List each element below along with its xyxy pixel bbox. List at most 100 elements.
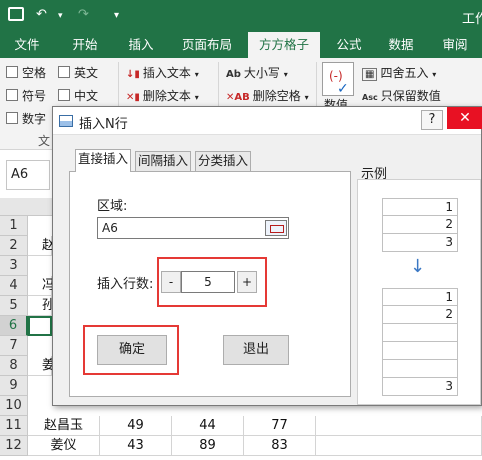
- row-number[interactable]: 7: [0, 336, 28, 356]
- row-number[interactable]: 10: [0, 396, 28, 416]
- row-number[interactable]: 2: [0, 236, 28, 256]
- cell-empty[interactable]: [316, 416, 482, 436]
- insert-text-button[interactable]: ↓▮ 插入文本 ▾: [126, 64, 199, 81]
- dialog-app-icon: [59, 115, 73, 127]
- example-before-cell: 2: [382, 216, 458, 234]
- tab-fangfang[interactable]: 方方格子: [248, 32, 320, 58]
- insert-text-icon: ↓▮: [126, 69, 140, 80]
- row-number[interactable]: 4: [0, 276, 28, 296]
- checkbox-label: 英文: [74, 66, 99, 80]
- save-icon[interactable]: [8, 7, 24, 21]
- cell-score[interactable]: 89: [172, 436, 244, 456]
- insert-text-label: 插入文本: [142, 66, 191, 80]
- tab-file[interactable]: 文件: [0, 32, 54, 58]
- checkbox-box[interactable]: [58, 89, 70, 101]
- keep-value-icon: Asc: [362, 93, 378, 102]
- row-number[interactable]: 5: [0, 296, 28, 316]
- tab-interval-insert[interactable]: 间隔插入: [135, 151, 191, 171]
- delete-space-icon: ✕AB: [226, 92, 250, 103]
- example-after-cell: [382, 324, 458, 342]
- dialog-title: 插入N行: [79, 117, 128, 132]
- tab-insert[interactable]: 插入: [118, 32, 164, 58]
- dropdown-icon: ▾: [432, 70, 437, 79]
- checkbox-chinese[interactable]: 中文: [58, 87, 98, 104]
- delete-text-button[interactable]: ✕▮ 删除文本 ▾: [126, 87, 199, 104]
- area-input[interactable]: A6: [97, 217, 289, 239]
- checkbox-box[interactable]: [58, 66, 70, 78]
- round-icon: ▦: [362, 68, 378, 81]
- checkbox-number[interactable]: 数字: [6, 110, 46, 127]
- example-before-cell: 1: [382, 198, 458, 216]
- row-number[interactable]: 1: [0, 216, 28, 236]
- row-number-selected[interactable]: 6: [0, 316, 28, 336]
- cell-empty[interactable]: [316, 436, 482, 456]
- tab-data[interactable]: 数据: [378, 32, 424, 58]
- cell-name-peek[interactable]: 赵: [28, 236, 55, 256]
- cell-score[interactable]: 83: [244, 436, 316, 456]
- tab-page-layout[interactable]: 页面布局: [172, 32, 242, 58]
- row-number[interactable]: 11: [0, 416, 28, 436]
- checkbox-label: 中文: [74, 89, 99, 103]
- dialog-title-bar[interactable]: 插入N行 ? ✕: [53, 107, 482, 135]
- cell-name[interactable]: 姜仪: [28, 436, 100, 456]
- increment-button[interactable]: +: [237, 271, 257, 293]
- cell-name[interactable]: 赵昌玉: [28, 416, 100, 436]
- cell-score[interactable]: 43: [100, 436, 172, 456]
- cell-name-peek[interactable]: 冯: [28, 276, 55, 296]
- redo-icon: ↷: [78, 7, 89, 22]
- rows-count-input[interactable]: 5: [181, 271, 235, 293]
- excel-title-bar: ↶ ▾ ↷ ▾ 工作: [0, 0, 482, 32]
- row-number[interactable]: 9: [0, 376, 28, 396]
- example-preview: 1 2 3 ↓ 1 2 3: [357, 179, 481, 405]
- decrement-button[interactable]: -: [161, 271, 181, 293]
- cell-name-peek[interactable]: 姜: [28, 356, 55, 376]
- selected-cell-a6[interactable]: [28, 316, 52, 336]
- checkbox-label: 符号: [22, 89, 47, 103]
- area-label: 区域:: [97, 199, 128, 214]
- checkbox-label: 数字: [22, 112, 47, 126]
- insert-n-rows-dialog: 插入N行 ? ✕ 直接插入 间隔插入 分类插入 区域: A6 插入行数: - 5…: [52, 106, 482, 406]
- case-button[interactable]: Ab 大小写 ▾: [226, 64, 288, 81]
- name-box[interactable]: A6: [6, 160, 50, 190]
- example-after-cell: 1: [382, 288, 458, 306]
- rows-label: 插入行数:: [97, 277, 154, 292]
- delete-space-label: 删除空格: [252, 89, 301, 103]
- ok-button[interactable]: 确定: [97, 335, 167, 365]
- help-button[interactable]: ?: [421, 110, 443, 130]
- cell-score[interactable]: 44: [172, 416, 244, 436]
- customize-qa-icon[interactable]: ▾: [114, 10, 119, 21]
- case-label: 大小写: [243, 66, 280, 80]
- checkbox-box[interactable]: [6, 89, 18, 101]
- example-after-cell: 3: [382, 378, 458, 396]
- undo-icon[interactable]: ↶: [36, 7, 47, 22]
- checkbox-space[interactable]: 空格: [6, 64, 46, 81]
- round-button[interactable]: ▦ 四舍五入 ▾: [362, 64, 436, 81]
- tab-direct-insert[interactable]: 直接插入: [75, 149, 131, 172]
- row-number[interactable]: 3: [0, 256, 28, 276]
- checkbox-english[interactable]: 英文: [58, 64, 98, 81]
- cell-score[interactable]: 77: [244, 416, 316, 436]
- checkbox-box[interactable]: [6, 66, 18, 78]
- example-before-cell: 3: [382, 234, 458, 252]
- dropdown-icon: ▾: [304, 93, 309, 102]
- numeric-icon[interactable]: (-) ✓: [322, 62, 354, 97]
- keep-value-button[interactable]: Asc 只保留数值: [362, 87, 441, 104]
- cell-name-peek[interactable]: 孙: [28, 296, 55, 316]
- exit-button[interactable]: 退出: [223, 335, 289, 365]
- tab-category-insert[interactable]: 分类插入: [195, 151, 251, 171]
- delete-space-button[interactable]: ✕AB 删除空格 ▾: [226, 87, 309, 104]
- range-select-icon[interactable]: [265, 220, 287, 236]
- checkbox-box[interactable]: [6, 112, 18, 124]
- row-number[interactable]: 12: [0, 436, 28, 456]
- cell-score[interactable]: 49: [100, 416, 172, 436]
- tab-review[interactable]: 审阅: [432, 32, 478, 58]
- dropdown-icon: ▾: [194, 70, 199, 79]
- example-after-cell: [382, 342, 458, 360]
- undo-dropdown-icon[interactable]: ▾: [58, 11, 63, 21]
- checkbox-symbol[interactable]: 符号: [6, 87, 46, 104]
- tab-home[interactable]: 开始: [62, 32, 108, 58]
- tab-formulas[interactable]: 公式: [326, 32, 372, 58]
- row-number[interactable]: 8: [0, 356, 28, 376]
- down-arrow-icon: ↓: [410, 256, 426, 277]
- close-button[interactable]: ✕: [447, 107, 482, 129]
